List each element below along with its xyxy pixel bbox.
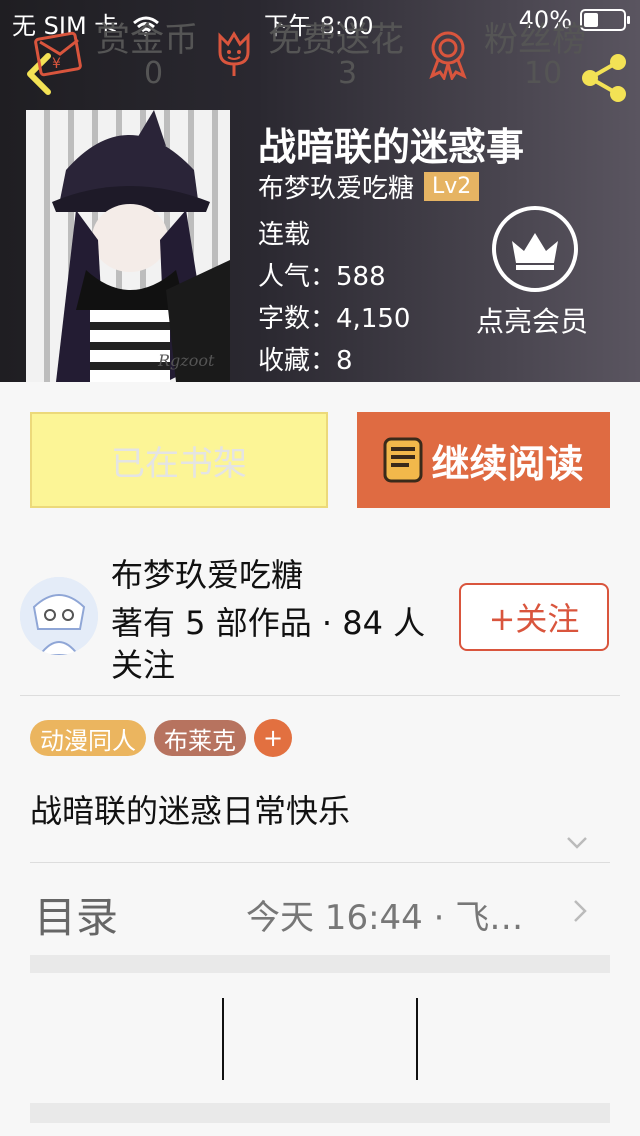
follow-button[interactable]: +关注 [459,583,609,651]
vip-button[interactable]: 点亮会员 [476,206,606,340]
free-flower-count: 3 [338,56,358,91]
fan-ranking-button[interactable]: 粉丝榜 10 [420,0,610,100]
author-info: 著有 5 部作品 · 84 人关注 [111,604,426,684]
divider [222,998,224,1080]
on-shelf-button[interactable]: 已在书架 [30,412,328,508]
free-flower-label: 免费送花 [268,20,404,60]
level-badge: Lv2 [424,172,480,201]
author-name: 布梦玖爱吃糖 [111,556,304,594]
medal-icon [429,31,467,80]
section-separator [30,955,610,973]
book-cover[interactable]: Rgzoot [26,110,230,382]
favorites-stat: 收藏：8 [258,346,353,376]
chevron-right-icon[interactable] [572,898,588,924]
divider [30,862,610,863]
divider [20,695,620,696]
red-envelope-icon: ¥ [34,31,82,77]
add-tag-button[interactable]: + [254,719,292,757]
section-separator [30,1103,610,1123]
chevron-down-icon[interactable] [566,836,588,850]
book-title: 战暗联的迷惑事 [258,125,525,169]
toc-latest-chapter[interactable]: 今天 16:44 · 飞… [246,890,523,939]
toc-label[interactable]: 目录 [34,884,118,945]
tag-list: 动漫同人 布莱克 + [30,719,292,757]
book-description: 战暗联的迷惑日常快乐 [30,792,351,830]
author-card[interactable]: 布梦玖爱吃糖 著有 5 部作品 · 84 人关注 +关注 [0,540,640,695]
tag-item[interactable]: 动漫同人 [30,720,146,756]
divider [416,998,418,1080]
book-icon [383,437,423,483]
avatar[interactable] [20,577,98,655]
reward-coins-button[interactable]: ¥ 赏金币 0 [30,0,220,100]
continue-reading-button[interactable]: 继续阅读 [357,412,610,508]
popularity-stat: 人气：588 [258,262,386,292]
serial-status: 连载 [258,220,311,250]
svg-text:Rgzoot: Rgzoot [157,351,215,370]
cover-illustration: Rgzoot [52,110,230,382]
reward-coins-count: 0 [144,56,164,91]
book-author[interactable]: 布梦玖爱吃糖 [258,168,414,205]
crown-icon [512,233,558,270]
fan-ranking-label: 粉丝榜 [484,20,586,60]
fan-ranking-count: 10 [524,56,563,91]
reward-coins-label: 赏金币 [96,20,198,60]
flower-icon [218,31,250,76]
vip-label: 点亮会员 [476,305,589,338]
svg-text:¥: ¥ [52,56,61,72]
word-count-stat: 字数：4,150 [258,304,411,334]
tag-item[interactable]: 布莱克 [154,720,246,756]
free-flower-button[interactable]: 免费送花 3 [212,0,412,100]
